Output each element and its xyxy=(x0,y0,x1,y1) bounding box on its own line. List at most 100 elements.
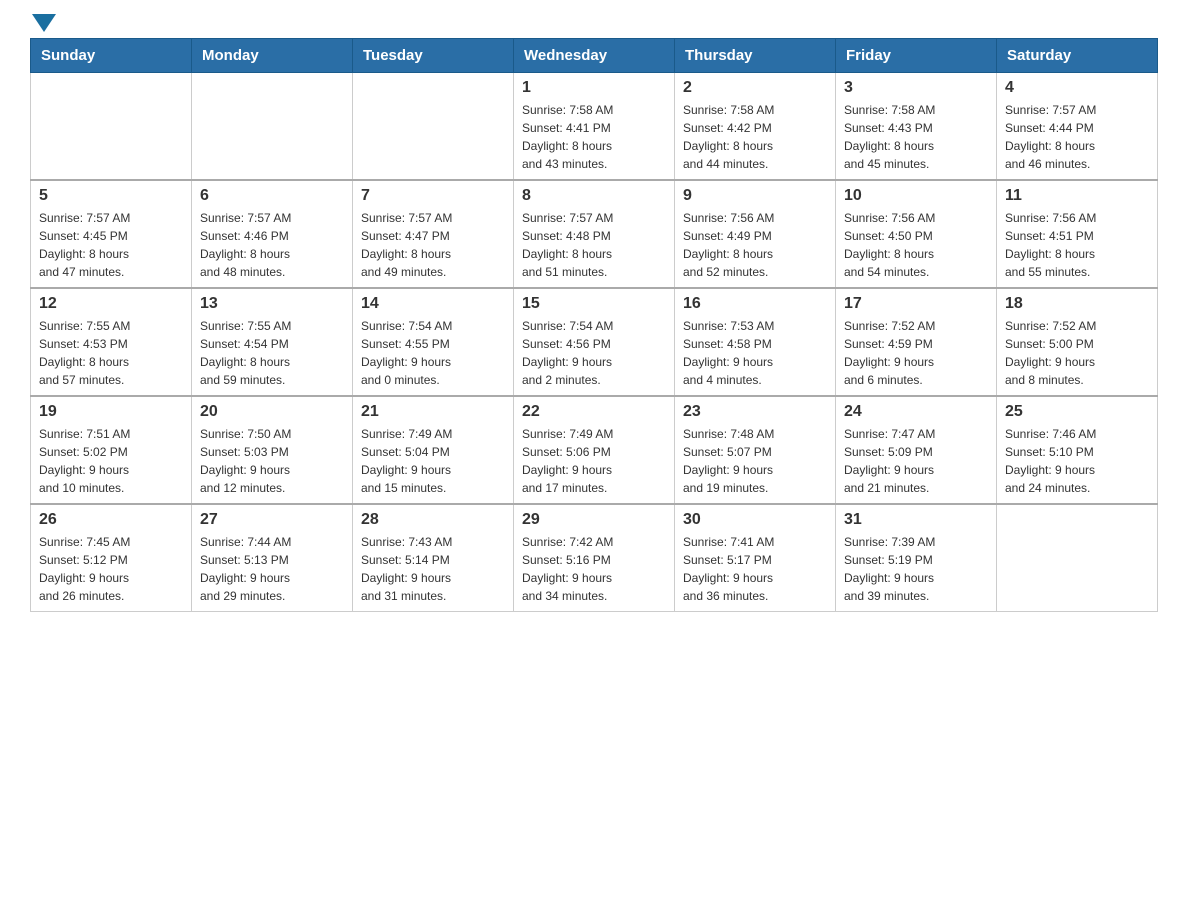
day-number: 1 xyxy=(522,79,666,97)
calendar-cell: 20 Sunrise: 7:50 AM Sunset: 5:03 PM Dayli… xyxy=(192,396,353,504)
page-header xyxy=(30,20,1158,28)
day-number: 14 xyxy=(361,295,505,313)
day-number: 6 xyxy=(200,187,344,205)
day-info: Sunrise: 7:57 AM Sunset: 4:45 PM Dayligh… xyxy=(39,209,183,281)
day-info: Sunrise: 7:54 AM Sunset: 4:56 PM Dayligh… xyxy=(522,317,666,389)
day-number: 5 xyxy=(39,187,183,205)
weekday-header: Tuesday xyxy=(353,39,514,73)
calendar-cell: 2 Sunrise: 7:58 AM Sunset: 4:42 PM Daylig… xyxy=(675,73,836,181)
calendar-cell: 10 Sunrise: 7:56 AM Sunset: 4:50 PM Dayli… xyxy=(836,180,997,288)
calendar-cell: 24Sunrise: 7:47 AM Sunset: 5:09 PM Dayli… xyxy=(836,396,997,504)
calendar-cell: 31 Sunrise: 7:39 AM Sunset: 5:19 PM Dayli… xyxy=(836,504,997,612)
day-number: 4 xyxy=(1005,79,1149,97)
day-number: 25 xyxy=(1005,403,1149,421)
day-number: 11 xyxy=(1005,187,1149,205)
logo xyxy=(30,20,56,28)
day-info: Sunrise: 7:58 AM Sunset: 4:41 PM Dayligh… xyxy=(522,101,666,173)
calendar-cell xyxy=(192,73,353,181)
calendar-table: SundayMondayTuesdayWednesdayThursdayFrid… xyxy=(30,38,1158,612)
weekday-header: Friday xyxy=(836,39,997,73)
calendar-cell: 5 Sunrise: 7:57 AM Sunset: 4:45 PM Daylig… xyxy=(31,180,192,288)
weekday-header-row: SundayMondayTuesdayWednesdayThursdayFrid… xyxy=(31,39,1158,73)
day-number: 27 xyxy=(200,511,344,529)
day-number: 15 xyxy=(522,295,666,313)
day-info: Sunrise: 7:57 AM Sunset: 4:47 PM Dayligh… xyxy=(361,209,505,281)
day-number: 24 xyxy=(844,403,988,421)
calendar-cell: 19Sunrise: 7:51 AM Sunset: 5:02 PM Dayli… xyxy=(31,396,192,504)
calendar-cell: 17 Sunrise: 7:52 AM Sunset: 4:59 PM Dayli… xyxy=(836,288,997,396)
day-number: 12 xyxy=(39,295,183,313)
day-number: 22 xyxy=(522,403,666,421)
day-info: Sunrise: 7:57 AM Sunset: 4:46 PM Dayligh… xyxy=(200,209,344,281)
day-number: 9 xyxy=(683,187,827,205)
day-number: 17 xyxy=(844,295,988,313)
day-number: 13 xyxy=(200,295,344,313)
day-info: Sunrise: 7:42 AM Sunset: 5:16 PM Dayligh… xyxy=(522,533,666,605)
calendar-cell: 4 Sunrise: 7:57 AM Sunset: 4:44 PM Daylig… xyxy=(997,73,1158,181)
day-number: 30 xyxy=(683,511,827,529)
day-number: 20 xyxy=(200,403,344,421)
calendar-cell: 13Sunrise: 7:55 AM Sunset: 4:54 PM Dayli… xyxy=(192,288,353,396)
day-info: Sunrise: 7:39 AM Sunset: 5:19 PM Dayligh… xyxy=(844,533,988,605)
day-info: Sunrise: 7:50 AM Sunset: 5:03 PM Dayligh… xyxy=(200,425,344,497)
weekday-header: Sunday xyxy=(31,39,192,73)
calendar-cell xyxy=(353,73,514,181)
day-info: Sunrise: 7:56 AM Sunset: 4:50 PM Dayligh… xyxy=(844,209,988,281)
weekday-header: Monday xyxy=(192,39,353,73)
calendar-cell: 11 Sunrise: 7:56 AM Sunset: 4:51 PM Dayli… xyxy=(997,180,1158,288)
day-number: 31 xyxy=(844,511,988,529)
day-info: Sunrise: 7:44 AM Sunset: 5:13 PM Dayligh… xyxy=(200,533,344,605)
calendar-cell: 21 Sunrise: 7:49 AM Sunset: 5:04 PM Dayli… xyxy=(353,396,514,504)
day-info: Sunrise: 7:46 AM Sunset: 5:10 PM Dayligh… xyxy=(1005,425,1149,497)
calendar-cell: 18Sunrise: 7:52 AM Sunset: 5:00 PM Dayli… xyxy=(997,288,1158,396)
calendar-cell: 28 Sunrise: 7:43 AM Sunset: 5:14 PM Dayli… xyxy=(353,504,514,612)
day-info: Sunrise: 7:49 AM Sunset: 5:06 PM Dayligh… xyxy=(522,425,666,497)
weekday-header: Saturday xyxy=(997,39,1158,73)
calendar-week-row: 26 Sunrise: 7:45 AM Sunset: 5:12 PM Dayli… xyxy=(31,504,1158,612)
calendar-cell xyxy=(31,73,192,181)
day-info: Sunrise: 7:57 AM Sunset: 4:48 PM Dayligh… xyxy=(522,209,666,281)
calendar-cell: 9 Sunrise: 7:56 AM Sunset: 4:49 PM Daylig… xyxy=(675,180,836,288)
calendar-cell: 26 Sunrise: 7:45 AM Sunset: 5:12 PM Dayli… xyxy=(31,504,192,612)
calendar-cell: 1 Sunrise: 7:58 AM Sunset: 4:41 PM Daylig… xyxy=(514,73,675,181)
day-info: Sunrise: 7:45 AM Sunset: 5:12 PM Dayligh… xyxy=(39,533,183,605)
calendar-cell: 6 Sunrise: 7:57 AM Sunset: 4:46 PM Daylig… xyxy=(192,180,353,288)
day-info: Sunrise: 7:58 AM Sunset: 4:43 PM Dayligh… xyxy=(844,101,988,173)
day-number: 10 xyxy=(844,187,988,205)
day-info: Sunrise: 7:43 AM Sunset: 5:14 PM Dayligh… xyxy=(361,533,505,605)
day-number: 28 xyxy=(361,511,505,529)
day-number: 3 xyxy=(844,79,988,97)
day-info: Sunrise: 7:51 AM Sunset: 5:02 PM Dayligh… xyxy=(39,425,183,497)
day-number: 7 xyxy=(361,187,505,205)
calendar-cell: 30Sunrise: 7:41 AM Sunset: 5:17 PM Dayli… xyxy=(675,504,836,612)
day-info: Sunrise: 7:48 AM Sunset: 5:07 PM Dayligh… xyxy=(683,425,827,497)
logo-triangle-icon xyxy=(32,14,56,32)
calendar-cell: 22 Sunrise: 7:49 AM Sunset: 5:06 PM Dayli… xyxy=(514,396,675,504)
calendar-cell: 27 Sunrise: 7:44 AM Sunset: 5:13 PM Dayli… xyxy=(192,504,353,612)
calendar-cell: 8 Sunrise: 7:57 AM Sunset: 4:48 PM Daylig… xyxy=(514,180,675,288)
calendar-week-row: 12Sunrise: 7:55 AM Sunset: 4:53 PM Dayli… xyxy=(31,288,1158,396)
day-number: 2 xyxy=(683,79,827,97)
day-info: Sunrise: 7:52 AM Sunset: 4:59 PM Dayligh… xyxy=(844,317,988,389)
weekday-header: Thursday xyxy=(675,39,836,73)
day-info: Sunrise: 7:52 AM Sunset: 5:00 PM Dayligh… xyxy=(1005,317,1149,389)
day-number: 21 xyxy=(361,403,505,421)
day-number: 29 xyxy=(522,511,666,529)
day-info: Sunrise: 7:49 AM Sunset: 5:04 PM Dayligh… xyxy=(361,425,505,497)
day-number: 16 xyxy=(683,295,827,313)
day-info: Sunrise: 7:56 AM Sunset: 4:49 PM Dayligh… xyxy=(683,209,827,281)
day-info: Sunrise: 7:58 AM Sunset: 4:42 PM Dayligh… xyxy=(683,101,827,173)
calendar-cell: 15 Sunrise: 7:54 AM Sunset: 4:56 PM Dayli… xyxy=(514,288,675,396)
day-number: 26 xyxy=(39,511,183,529)
calendar-week-row: 19Sunrise: 7:51 AM Sunset: 5:02 PM Dayli… xyxy=(31,396,1158,504)
calendar-cell xyxy=(997,504,1158,612)
calendar-week-row: 1 Sunrise: 7:58 AM Sunset: 4:41 PM Daylig… xyxy=(31,73,1158,181)
day-info: Sunrise: 7:56 AM Sunset: 4:51 PM Dayligh… xyxy=(1005,209,1149,281)
calendar-cell: 14Sunrise: 7:54 AM Sunset: 4:55 PM Dayli… xyxy=(353,288,514,396)
calendar-cell: 3 Sunrise: 7:58 AM Sunset: 4:43 PM Daylig… xyxy=(836,73,997,181)
calendar-cell: 16Sunrise: 7:53 AM Sunset: 4:58 PM Dayli… xyxy=(675,288,836,396)
day-info: Sunrise: 7:57 AM Sunset: 4:44 PM Dayligh… xyxy=(1005,101,1149,173)
day-number: 23 xyxy=(683,403,827,421)
day-number: 8 xyxy=(522,187,666,205)
calendar-cell: 12Sunrise: 7:55 AM Sunset: 4:53 PM Dayli… xyxy=(31,288,192,396)
